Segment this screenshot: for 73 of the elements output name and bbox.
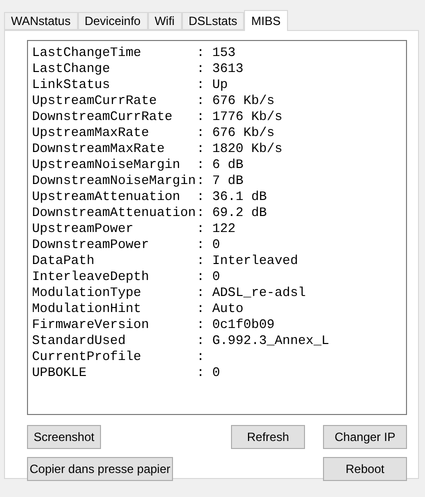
mib-value: Auto [212,301,244,317]
separator: : [196,253,206,269]
copy-to-clipboard-button[interactable]: Copier dans presse papier [27,457,173,481]
mib-value: 36.1 dB [212,189,267,205]
mib-value: 7 dB [212,173,244,189]
mib-value: 676 Kb/s [212,125,275,141]
mib-key: DownstreamCurrRate [32,109,197,125]
mib-value: 3613 [212,61,244,77]
mib-key: UPBOKLE [32,365,197,381]
mib-key: UpstreamAttenuation [32,189,197,205]
separator: : [196,61,206,77]
tab[interactable]: MIBS [244,10,288,31]
mib-key: UpstreamPower [32,221,197,237]
tab[interactable]: Wifi [148,12,182,30]
mib-value: 0 [212,365,220,381]
separator: : [196,157,206,173]
mib-value: 69.2 dB [212,205,267,221]
tab[interactable]: DSLstats [182,12,244,30]
mib-value: 676 Kb/s [212,93,275,109]
separator: : [196,301,206,317]
mib-value: ADSL_re-adsl [212,285,306,301]
mib-key: CurrentProfile [32,349,197,365]
separator: : [196,365,206,381]
mibs-text-area[interactable] [27,40,407,415]
mib-value: 0c1f0b09 [212,317,275,333]
mib-value: Up [212,77,228,93]
mib-key: ModulationHint [32,301,197,317]
separator: : [196,269,206,285]
separator: : [196,109,206,125]
separator: : [196,349,206,365]
mib-key: DownstreamMaxRate [32,141,197,157]
mib-key: FirmwareVersion [32,317,197,333]
separator: : [196,237,206,253]
separator: : [196,221,206,237]
mib-value: 6 dB [212,157,244,173]
separator: : [196,205,206,221]
change-ip-button[interactable]: Changer IP [323,425,407,449]
mib-key: LastChange [32,61,197,77]
mib-key: DownstreamAttenuation [32,205,197,221]
mib-value: 122 [212,221,236,237]
separator: : [196,333,206,349]
mib-key: DownstreamPower [32,237,197,253]
separator: : [196,93,206,109]
separator: : [196,189,206,205]
tab[interactable]: WANstatus [4,12,78,30]
separator: : [196,125,206,141]
mib-key: UpstreamMaxRate [32,125,197,141]
mib-key: LastChangeTime [32,45,197,61]
mib-key: DataPath [32,253,197,269]
mib-value: G.992.3_Annex_L [212,333,330,349]
mib-value: 1820 Kb/s [212,141,282,157]
tab[interactable]: Deviceinfo [78,12,148,30]
mib-value: 0 [212,269,220,285]
refresh-button[interactable]: Refresh [231,425,305,449]
separator: : [196,317,206,333]
separator: : [196,285,206,301]
mib-value: Interleaved [212,253,298,269]
screenshot-button[interactable]: Screenshot [27,425,101,449]
mib-value: 0 [212,237,220,253]
mib-key: InterleaveDepth [32,269,197,285]
separator: : [196,141,206,157]
separator: : [196,77,206,93]
mib-key: LinkStatus [32,77,197,93]
reboot-button[interactable]: Reboot [323,457,407,481]
mib-value: 153 [212,45,236,61]
mib-key: UpstreamCurrRate [32,93,197,109]
separator: : [196,45,206,61]
mib-key: StandardUsed [32,333,197,349]
mib-key: ModulationType [32,285,197,301]
mib-key: UpstreamNoiseMargin [32,157,197,173]
mib-key: DownstreamNoiseMargin [32,173,197,189]
separator: : [196,173,206,189]
mib-value: 1776 Kb/s [212,109,282,125]
